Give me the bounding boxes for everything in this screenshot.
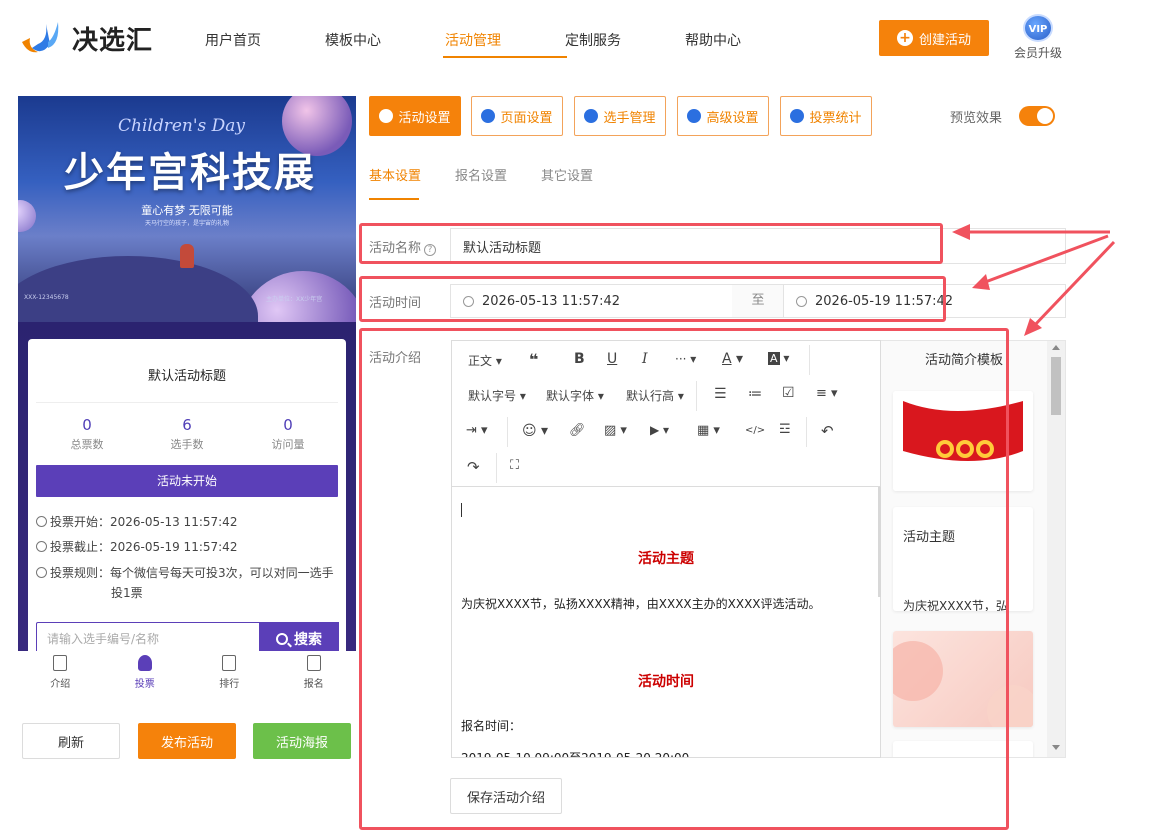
publish-activity-button[interactable]: 发布活动 (138, 723, 236, 759)
tool-activity-settings[interactable]: 活动设置 (369, 96, 461, 136)
top-header: 决选汇 用户首页 模板中心 活动管理 定制服务 帮助中心 + 创建活动 VIP … (0, 0, 1159, 80)
poster-title: 少年宫科技展 (64, 150, 316, 196)
vip-upgrade-label: 会员升级 (1013, 46, 1062, 60)
activity-poster-button[interactable]: 活动海报 (253, 723, 351, 759)
vote-rule-row-cont: 投1票 (111, 586, 143, 600)
clock-icon (36, 541, 47, 552)
tool-page-settings[interactable]: 页面设置 (471, 96, 563, 136)
logo[interactable]: 决选汇 (18, 18, 153, 58)
tab-label: 介绍 (50, 679, 71, 690)
tab-signup[interactable]: 报名 (272, 651, 357, 696)
preview-effect-label: 预览效果 (950, 111, 1003, 126)
vote-rule-text: 投票规则：每个微信号每天可投3次，可以对同一选手 (50, 566, 334, 580)
stat-contestants: 6 选手数 (137, 416, 237, 452)
preview-effect-toggle[interactable] (1019, 106, 1055, 126)
preview-tabbar: 介绍 投票 排行 报名 (18, 651, 356, 696)
document-icon (53, 655, 68, 671)
stat-visits: 0 访问量 (238, 416, 338, 452)
stat-label: 访问量 (271, 438, 305, 451)
tab-label: 投票 (134, 679, 155, 690)
annotation-box-name (359, 223, 943, 264)
toggle-knob (1037, 108, 1053, 124)
stat-value: 0 (283, 416, 293, 434)
subtab-other[interactable]: 其它设置 (541, 165, 593, 184)
clock-icon (36, 516, 47, 527)
child-figure (180, 244, 194, 268)
mountain-decoration (18, 256, 258, 322)
tab-vote[interactable]: 投票 (103, 651, 188, 696)
tool-advanced-settings[interactable]: 高级设置 (677, 96, 769, 136)
tool-label: 选手管理 (603, 110, 656, 126)
stat-label: 选手数 (170, 438, 204, 451)
nav-item-templates[interactable]: 模板中心 (325, 30, 445, 58)
scrollbar-thumb[interactable] (1051, 357, 1061, 415)
create-activity-label: 创建活动 (918, 32, 971, 48)
tool-vote-stats[interactable]: 投票统计 (780, 96, 872, 136)
tool-label: 页面设置 (500, 110, 553, 126)
vote-end-row: 投票截止：2026-05-19 11:57:42 (36, 537, 336, 557)
logo-text: 决选汇 (72, 25, 154, 56)
poster-subtitle: Children's Day (118, 116, 246, 136)
poster-footer-right: 主办单位：XX少年宫 (266, 296, 323, 303)
subtab-signup[interactable]: 报名设置 (455, 165, 507, 184)
stat-value: 6 (182, 416, 192, 434)
vote-start-row: 投票开始：2026-05-13 11:57:42 (36, 512, 336, 532)
stat-value: 0 (82, 416, 92, 434)
vip-upgrade[interactable]: VIP 会员升级 (1010, 14, 1066, 61)
vip-badge-icon: VIP (1023, 14, 1053, 42)
search-button-label: 搜索 (294, 632, 322, 648)
stat-label: 总票数 (70, 438, 104, 451)
vote-start-text: 投票开始：2026-05-13 11:57:42 (50, 515, 238, 529)
annotation-arrows (952, 224, 1116, 336)
poster-footer-left: XXX-12345678 (24, 294, 69, 301)
poster-slogan-small: 天马行空的孩子，是宇宙的礼物 (144, 220, 229, 227)
subtab-basic[interactable]: 基本设置 (369, 165, 421, 184)
vote-end-text: 投票截止：2026-05-19 11:57:42 (50, 540, 238, 554)
scroll-down-icon[interactable] (1052, 745, 1060, 750)
bar-chart-icon (222, 655, 237, 671)
template-scrollbar[interactable] (1047, 341, 1065, 757)
logo-icon (22, 22, 59, 53)
subtab-indicator (369, 198, 419, 200)
main-nav: 用户首页 模板中心 活动管理 定制服务 帮助中心 (205, 30, 805, 58)
divider (36, 402, 338, 403)
search-icon (276, 633, 288, 645)
sliders-icon (687, 109, 702, 123)
annotation-box-intro (359, 328, 1009, 830)
tab-ranking[interactable]: 排行 (187, 651, 272, 696)
tool-label: 高级设置 (706, 110, 759, 126)
refresh-button[interactable]: 刷新 (22, 723, 120, 759)
scroll-up-icon[interactable] (1052, 345, 1060, 350)
nav-item-custom-service[interactable]: 定制服务 (565, 30, 685, 58)
activity-status-bar: 活动未开始 (36, 465, 338, 497)
id-card-icon (306, 655, 321, 671)
annotation-box-time (359, 276, 946, 322)
nav-item-activity-management[interactable]: 活动管理 (443, 30, 567, 58)
plus-icon: + (896, 30, 913, 46)
stat-total-votes: 0 总票数 (37, 416, 137, 452)
gear-icon (481, 109, 496, 123)
tab-label: 排行 (219, 679, 240, 690)
create-activity-button[interactable]: + 创建活动 (879, 20, 989, 56)
nav-item-help[interactable]: 帮助中心 (685, 30, 805, 58)
activity-info-card: 默认活动标题 0 总票数 6 选手数 0 访问量 活动未开始 投票开始：2026… (28, 339, 346, 659)
info-icon (36, 567, 47, 578)
stats-icon (790, 109, 805, 123)
mobile-preview: Children's Day 少年宫科技展 童心有梦 无限可能 天马行空的孩子，… (18, 96, 356, 696)
person-icon (137, 655, 152, 671)
tab-intro[interactable]: 介绍 (18, 651, 103, 696)
vote-rule-row: 投票规则：每个微信号每天可投3次，可以对同一选手 (36, 563, 336, 583)
card-activity-title: 默认活动标题 (147, 369, 226, 384)
tool-label: 活动设置 (398, 110, 451, 126)
activity-poster: Children's Day 少年宫科技展 童心有梦 无限可能 天马行空的孩子，… (18, 96, 356, 322)
nav-item-home[interactable]: 用户首页 (205, 30, 325, 58)
tool-contestant-management[interactable]: 选手管理 (574, 96, 666, 136)
tool-label: 投票统计 (809, 110, 862, 126)
tab-label: 报名 (303, 679, 324, 690)
star-icon (379, 109, 394, 123)
users-icon (584, 109, 599, 123)
poster-slogan: 童心有梦 无限可能 (141, 204, 233, 217)
